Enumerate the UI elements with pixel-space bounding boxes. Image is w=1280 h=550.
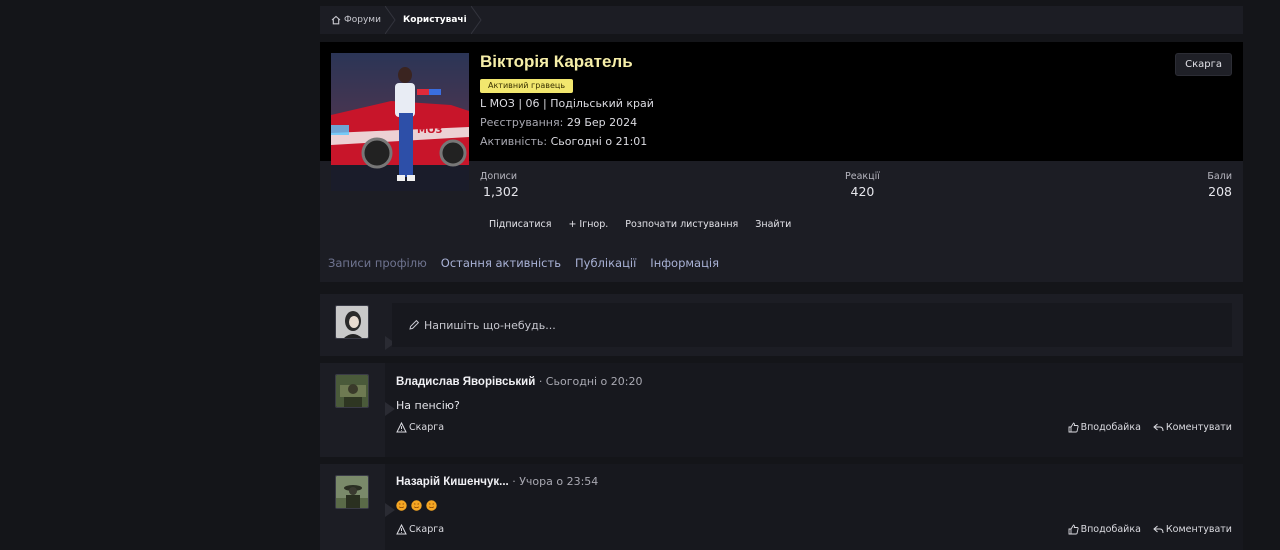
breadcrumb-forums-label: Форуми <box>344 15 381 25</box>
post-emoji-row <box>396 500 437 511</box>
stat-value: 208 <box>1208 184 1232 199</box>
status-update-box: Напишіть що-небудь... <box>320 294 1243 356</box>
reply-icon <box>1153 423 1164 432</box>
profile-header: MO3 Вікторія Каратель Активний гравець L… <box>320 42 1243 282</box>
pencil-icon <box>409 319 420 330</box>
like-button[interactable]: Вподобайка <box>1068 524 1141 535</box>
status-input[interactable]: Напишіть що-небудь... <box>392 303 1232 347</box>
reply-icon <box>1153 525 1164 534</box>
current-user-avatar-image <box>336 306 368 338</box>
comment-label: Коментувати <box>1165 422 1232 433</box>
comment-label: Коментувати <box>1165 524 1232 535</box>
post-header: Назарій Кишенчук... · Учора о 23:54 <box>396 475 598 488</box>
notch-icon <box>385 503 395 517</box>
warning-icon <box>396 524 407 535</box>
activity-label: Активність: <box>480 135 548 148</box>
post-author-link[interactable]: Владислав Яворівський <box>396 376 535 388</box>
tab-about[interactable]: Інформація <box>650 256 719 270</box>
start-conversation-button[interactable]: Розпочати листування <box>625 219 738 230</box>
post-author-avatar-image <box>336 375 368 407</box>
status-input-placeholder: Напишіть що-небудь... <box>424 318 556 332</box>
post-time[interactable]: · Учора о 23:54 <box>512 475 598 488</box>
post-report-button[interactable]: Скарга <box>396 524 444 535</box>
post-actions: Вподобайка Коментувати <box>1068 422 1232 433</box>
post-actions: Вподобайка Коментувати <box>1068 524 1232 535</box>
post-time[interactable]: · Сьогодні о 20:20 <box>539 375 643 388</box>
post-text: На пенсію? <box>396 399 460 412</box>
like-label: Вподобайка <box>1080 422 1141 433</box>
home-icon <box>331 15 341 25</box>
stat-reactions[interactable]: Реакції 420 <box>845 171 880 199</box>
stat-value: 420 <box>850 184 875 199</box>
post-author-avatar-image <box>336 476 368 508</box>
notch-icon <box>385 402 395 416</box>
breadcrumb-users[interactable]: Користувачі <box>391 6 482 34</box>
warning-icon <box>396 422 407 433</box>
stat-value: 1,302 <box>483 184 519 199</box>
post-header: Владислав Яворівський · Сьогодні о 20:20 <box>396 375 643 388</box>
like-label: Вподобайка <box>1080 524 1141 535</box>
user-title-badge: Активний гравець <box>480 79 574 93</box>
breadcrumb: Форуми Користувачі <box>320 6 1243 34</box>
ignore-button[interactable]: + Ігнор. <box>568 219 608 230</box>
registered-label: Реєстрування: <box>480 116 564 129</box>
tab-postings[interactable]: Публікації <box>575 256 636 270</box>
comment-button[interactable]: Коментувати <box>1153 422 1232 433</box>
profile-last-activity: Активність: Сьогодні о 21:01 <box>480 135 647 148</box>
profile-registered: Реєстрування: 29 Бер 2024 <box>480 116 637 129</box>
profile-title-line: L МОЗ | 06 | Подільський край <box>480 97 654 110</box>
report-profile-button[interactable]: Скарга <box>1175 53 1232 76</box>
activity-value: Сьогодні о 21:01 <box>550 135 648 148</box>
smiley-emoji-icon <box>426 500 437 511</box>
profile-avatar-image: MO3 <box>331 53 469 191</box>
profile-username: Вікторія Каратель <box>480 52 633 71</box>
like-button[interactable]: Вподобайка <box>1068 422 1141 433</box>
stat-points[interactable]: Бали 208 <box>1207 171 1232 199</box>
find-button[interactable]: Знайти <box>755 219 791 230</box>
stat-label: Бали <box>1207 171 1232 182</box>
smiley-emoji-icon <box>396 500 407 511</box>
registered-value: 29 Бер 2024 <box>566 116 638 129</box>
stat-posts[interactable]: Дописи 1,302 <box>480 171 519 199</box>
thumbs-up-icon <box>1068 524 1079 535</box>
tab-profile-posts[interactable]: Записи профілю <box>328 256 427 270</box>
breadcrumb-forums[interactable]: Форуми <box>320 6 396 34</box>
svg-text:MO3: MO3 <box>417 125 442 136</box>
smiley-emoji-icon <box>411 500 422 511</box>
stat-label: Реакції <box>845 171 880 182</box>
comment-button[interactable]: Коментувати <box>1153 524 1232 535</box>
breadcrumb-separator-icon <box>470 6 482 34</box>
post-author-link[interactable]: Назарій Кишенчук... <box>396 476 509 488</box>
profile-post: Владислав Яворівський · Сьогодні о 20:20… <box>320 363 1243 457</box>
tab-latest-activity[interactable]: Остання активність <box>441 256 561 270</box>
post-report-label: Скарга <box>409 524 445 535</box>
profile-avatar[interactable]: MO3 <box>331 53 469 191</box>
post-author-avatar[interactable] <box>335 374 369 408</box>
post-report-button[interactable]: Скарга <box>396 422 444 433</box>
thumbs-up-icon <box>1068 422 1079 433</box>
stat-label: Дописи <box>480 171 518 182</box>
follow-button[interactable]: Підписатися <box>489 219 551 230</box>
profile-actions: Підписатися + Ігнор. Розпочати листуванн… <box>489 219 791 230</box>
post-author-avatar[interactable] <box>335 475 369 509</box>
current-user-avatar[interactable] <box>335 305 369 339</box>
profile-tabs: Записи профілю Остання активність Публік… <box>328 256 719 270</box>
profile-post: Назарій Кишенчук... · Учора о 23:54 Скар… <box>320 464 1243 550</box>
breadcrumb-users-label: Користувачі <box>402 15 467 25</box>
post-report-label: Скарга <box>409 422 445 433</box>
